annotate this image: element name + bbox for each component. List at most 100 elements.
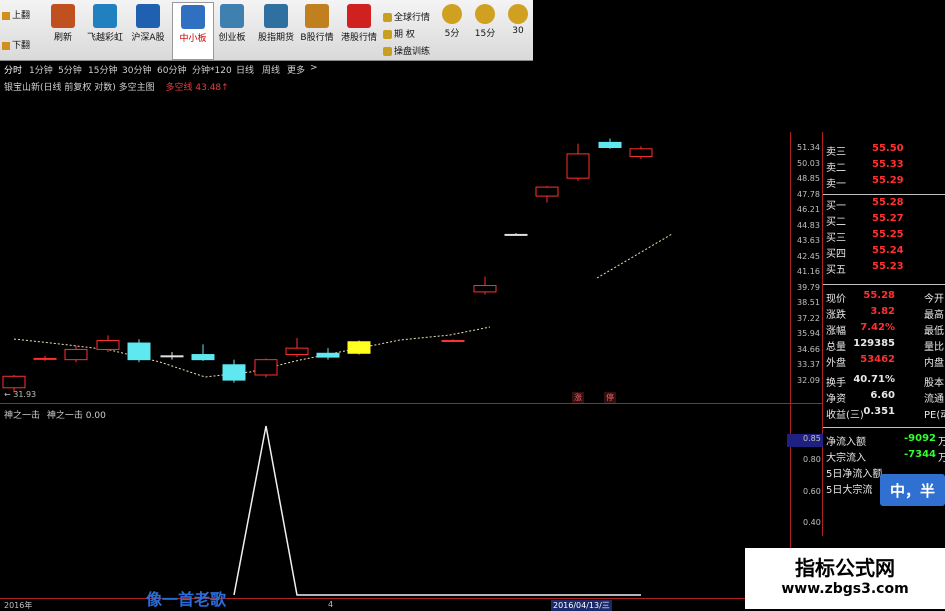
stat-row: 涨幅 7.42% 最低 [826,322,944,337]
price-tick: 46.21 [797,205,820,214]
sme-board-icon [181,5,205,29]
price-tick: 37.22 [797,313,820,323]
candle-body [473,285,497,293]
indicator-tick: 0.60 [803,487,821,496]
toolbar: 上翻 下翻 刷新 飞越彩虹 沪深A股 中小板 创业板 股指期货 B股行情 港股行情 全球行情 … [0,0,533,61]
date-axis-line [0,598,790,599]
panel-divider [822,132,823,536]
price-tick: 42.45 [797,251,820,261]
long-short-line-value: 43.48↑ [195,83,229,93]
ime-indicator: 中，半 [880,474,945,506]
toolbar-button[interactable]: 沪深A股 [128,2,168,58]
candlestick-chart[interactable] [0,132,790,402]
futures-icon [264,4,288,28]
candle-body [535,186,559,197]
period-tabs: 分时 1分钟 5分钟 15分钟 30分钟 60分钟 分钟*120 日线 周线 更多 > [0,61,533,77]
period-tab[interactable]: 30分钟 [122,63,151,76]
toolbar-button[interactable]: 创业板 [212,2,252,58]
long-short-line-label: 多空线 [165,83,193,93]
order-book-row: 卖一 55.29 [826,175,904,190]
price-tick: 41.16 [797,267,820,276]
order-book-divider [823,194,945,195]
price-tick: 51.34 [797,143,820,152]
global-quotes-button[interactable]: 全球行情 [383,10,430,23]
candle-body [598,141,622,149]
gem-board-icon [220,4,244,28]
period-tab[interactable]: 1分钟 [29,63,53,76]
stat-row: 净资 6.60 流通 [826,390,944,405]
order-book-row: 买四 55.24 [826,245,904,260]
period-tab[interactable]: 15分钟 [88,63,117,76]
order-book-row: 卖三 55.50 [826,143,904,158]
order-book-row: 买二 55.27 [826,213,904,228]
a-share-icon [136,4,160,28]
page-up-button[interactable]: 上翻 [2,8,30,21]
stat-row: 收益(三)0.351PE(动) [826,406,945,421]
indicator-tick: 0.85 [803,434,821,443]
period-button[interactable]: 30 [503,2,533,58]
indicator-tick: 0.40 [803,518,821,527]
candle-body [285,347,309,356]
chart-divider [0,403,822,404]
limit-up-badge: 停 [604,392,616,403]
stat-row: 总量 129385 量比 [826,338,944,353]
candle-body [441,339,465,342]
toolbar-button[interactable]: B股行情 [297,2,337,58]
toolbar-button[interactable]: 飞越彩虹 [85,2,125,58]
period-tab[interactable]: 5分钟 [58,63,82,76]
indicator-tick: 0.80 [803,455,821,464]
page-down-button[interactable]: 下翻 [2,38,30,51]
clock-icon [442,4,462,24]
arrow-up-icon [2,11,10,20]
fund-flow-row: 净流入额 -9092 万 [826,433,945,448]
period-button[interactable]: 5分 [437,2,467,58]
price-tick: 32.09 [797,375,820,385]
trading-practice-button[interactable]: 操盘训练 [383,44,430,57]
globe-icon [383,13,392,22]
order-book-row: 买五 55.23 [826,261,904,276]
period-tab[interactable]: 日线 [236,63,254,76]
candle-body [222,364,246,381]
toolbar-button[interactable]: 股指期货 [256,2,296,58]
period-tab[interactable]: 更多 [287,63,305,76]
candle-body [96,339,120,350]
limit-up-badge: 涨 [572,392,584,403]
order-book-row: 买一 55.28 [826,197,904,212]
candle-body [566,153,590,179]
price-tick: 38.51 [797,298,820,307]
period-button[interactable]: 15分 [470,2,500,58]
date-label: 2016年 [4,601,33,610]
stat-row: 换手 40.71% 股本 [826,374,944,389]
stat-row: 外盘 53462 内盘 [826,354,944,369]
stats-divider [823,427,945,428]
period-tab[interactable]: 分时 [4,63,22,76]
cursor-date-label: 2016/04/13/三 [551,600,612,611]
watermark-url: www.zbgs3.com [781,581,909,597]
candle-body [33,357,57,360]
clock-icon [475,4,495,24]
price-tick: 43.63 [797,236,820,245]
period-tab[interactable]: > [310,63,318,73]
period-tab[interactable]: 60分钟 [157,63,186,76]
watermark-title: 指标公式网 [795,556,895,580]
candle-body [316,352,340,358]
candle-body [347,341,371,354]
price-tick: 44.83 [797,220,820,230]
axis-divider [790,132,791,609]
toolbar-button[interactable]: 刷新 [43,2,83,58]
toolbar-button[interactable]: 港股行情 [339,2,379,58]
candle-body [504,233,528,236]
order-book-row: 卖二 55.33 [826,159,904,174]
order-book-divider [823,284,945,285]
candle-body [127,342,151,361]
period-tab[interactable]: 分钟*120 [192,63,232,76]
date-label: 4 [328,600,334,609]
indicator-chart[interactable] [0,420,790,598]
order-book-row: 买三 55.25 [826,229,904,244]
stat-row: 涨跌 3.82 最高 [826,306,944,321]
indicator-line [233,425,641,596]
period-tab[interactable]: 周线 [262,63,280,76]
toolbar-button[interactable]: 中小板 [172,2,214,60]
refresh-icon [51,4,75,28]
options-button[interactable]: 期 权 [383,27,415,40]
